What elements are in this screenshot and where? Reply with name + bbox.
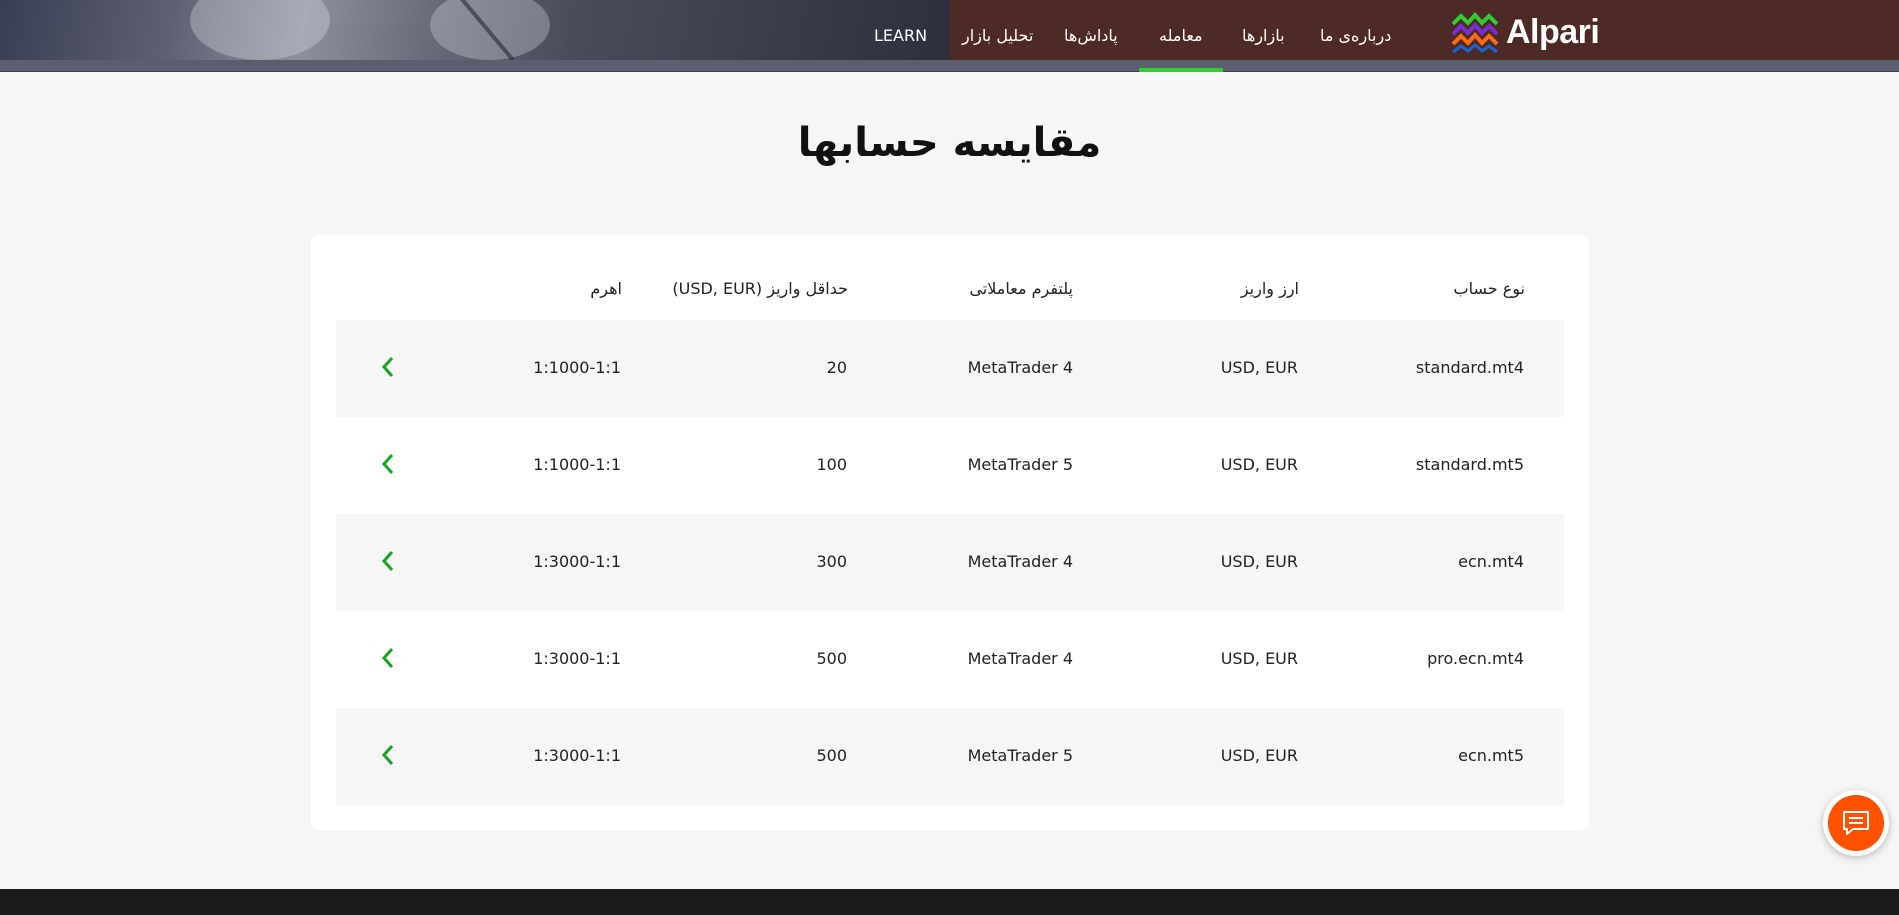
column-deposit-currency: ارز واریز: [1240, 279, 1299, 298]
column-account-type: نوع حساب: [1453, 279, 1525, 298]
footer: [0, 889, 1899, 915]
cell-deposit-currency: USD, EUR: [1220, 552, 1298, 571]
cell-platform: MetaTrader 5: [967, 455, 1073, 474]
account-comparison-table: نوع حساب ارز واریز پلتفرم معاملاتی حداقل…: [311, 235, 1589, 830]
nav-item-trading[interactable]: معامله: [1139, 0, 1223, 72]
alpari-logo[interactable]: Alpari: [1450, 10, 1600, 54]
cell-platform: MetaTrader 4: [967, 649, 1073, 668]
cell-deposit-currency: USD, EUR: [1220, 358, 1298, 377]
chevron-left-icon[interactable]: [380, 646, 396, 670]
nav-item-market-analysis[interactable]: تحلیل بازار: [962, 0, 1033, 72]
cell-deposit-currency: USD, EUR: [1220, 746, 1298, 765]
cell-platform: MetaTrader 4: [967, 552, 1073, 571]
table-row[interactable]: standard.mt4 USD, EUR MetaTrader 4 20 1:…: [336, 320, 1564, 417]
table-row[interactable]: pro.ecn.mt4 USD, EUR MetaTrader 4 500 1:…: [336, 611, 1564, 708]
cell-min-deposit: 100: [816, 455, 847, 474]
cell-leverage: 1:1000-1:1: [533, 358, 621, 377]
chevron-left-icon[interactable]: [380, 549, 396, 573]
cell-min-deposit: 20: [826, 358, 847, 377]
alpari-logo-mark-icon: [1451, 11, 1499, 54]
column-leverage: اهرم: [590, 279, 622, 298]
table-header: نوع حساب ارز واریز پلتفرم معاملاتی حداقل…: [311, 235, 1589, 320]
chevron-left-icon[interactable]: [380, 743, 396, 767]
cell-deposit-currency: USD, EUR: [1220, 455, 1298, 474]
cell-platform: MetaTrader 4: [967, 358, 1073, 377]
cell-min-deposit: 500: [816, 649, 847, 668]
header-photo: [0, 0, 950, 60]
table-row[interactable]: ecn.mt5 USD, EUR MetaTrader 5 500 1:3000…: [336, 708, 1564, 805]
cell-account-type: standard.mt4: [1415, 358, 1524, 377]
cell-min-deposit: 500: [816, 746, 847, 765]
chat-button-inner: [1828, 795, 1884, 851]
chevron-left-icon[interactable]: [380, 355, 396, 379]
cell-leverage: 1:3000-1:1: [533, 552, 621, 571]
column-min-deposit: حداقل واریز (USD, EUR): [672, 279, 848, 298]
header-strip: [0, 60, 1899, 72]
chevron-left-icon[interactable]: [380, 452, 396, 476]
site-header: درباره‌ی ما بازارها معامله پاداش‌ها تحلی…: [0, 0, 1899, 72]
cell-account-type: ecn.mt5: [1458, 746, 1524, 765]
chat-icon: [1843, 811, 1869, 835]
cell-deposit-currency: USD, EUR: [1220, 649, 1298, 668]
nav-item-learn[interactable]: LEARN: [874, 0, 927, 72]
cell-leverage: 1:1000-1:1: [533, 455, 621, 474]
logo-text: Alpari: [1506, 12, 1600, 51]
cell-account-type: standard.mt5: [1415, 455, 1524, 474]
nav-item-about[interactable]: درباره‌ی ما: [1320, 0, 1391, 72]
nav-item-rewards[interactable]: پاداش‌ها: [1064, 0, 1118, 72]
cell-account-type: pro.ecn.mt4: [1427, 649, 1524, 668]
table-row[interactable]: ecn.mt4 USD, EUR MetaTrader 4 300 1:3000…: [336, 514, 1564, 611]
table-row[interactable]: standard.mt5 USD, EUR MetaTrader 5 100 1…: [336, 417, 1564, 514]
cell-platform: MetaTrader 5: [967, 746, 1073, 765]
cell-leverage: 1:3000-1:1: [533, 649, 621, 668]
page-title: مقایسه حسابها: [797, 120, 1102, 166]
cell-min-deposit: 300: [816, 552, 847, 571]
column-platform: پلتفرم معاملاتی: [969, 279, 1073, 298]
nav-item-markets[interactable]: بازارها: [1242, 0, 1285, 72]
cell-leverage: 1:3000-1:1: [533, 746, 621, 765]
cell-account-type: ecn.mt4: [1458, 552, 1524, 571]
chat-button[interactable]: [1823, 790, 1889, 856]
